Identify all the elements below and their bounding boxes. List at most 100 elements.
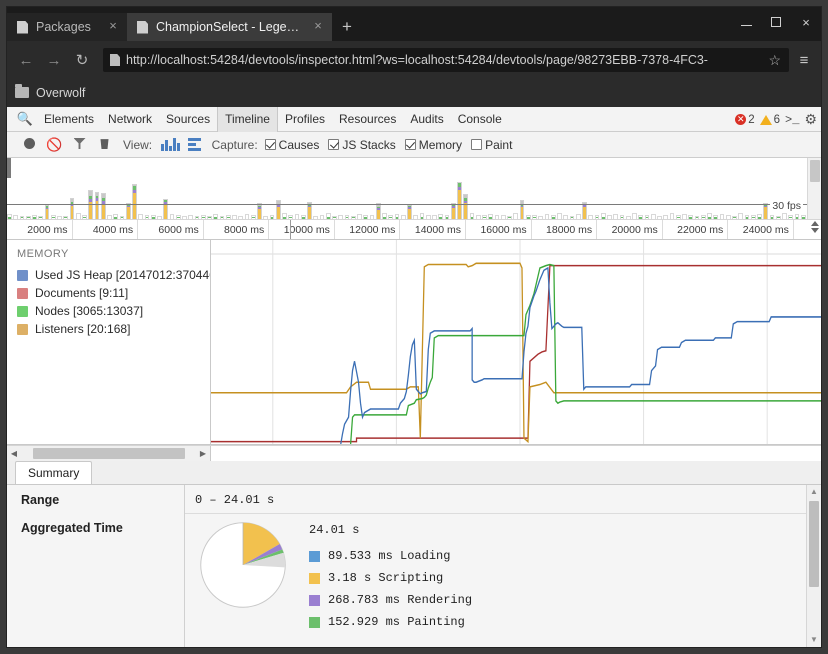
- scroll-up-arrow-icon[interactable]: ▲: [810, 485, 818, 499]
- ruler-tick: 2000 ms: [7, 220, 73, 239]
- scroll-down-arrow-icon[interactable]: ▼: [810, 633, 818, 647]
- scroll-left-arrow-icon[interactable]: ◀: [7, 449, 21, 458]
- capture-memory[interactable]: Memory: [404, 138, 462, 152]
- tab-network[interactable]: Network: [101, 107, 159, 132]
- overview-frame-bar: [594, 215, 600, 219]
- overview-frame-bar: [82, 215, 87, 219]
- legend-item-painting: 152.929 ms Painting: [309, 611, 472, 633]
- memory-series-documents[interactable]: Documents [9:11]: [17, 284, 210, 302]
- tab-summary[interactable]: Summary: [15, 461, 93, 484]
- overview-frame-bar: [463, 194, 469, 219]
- tab-timeline[interactable]: Timeline: [217, 106, 278, 132]
- tab-audits[interactable]: Audits: [403, 107, 450, 132]
- flame-chart-icon[interactable]: [187, 138, 201, 151]
- overview-frame-bar: [119, 215, 125, 219]
- ruler-spinner[interactable]: [810, 221, 819, 233]
- memory-series-listeners[interactable]: Listeners [20:168]: [17, 320, 210, 338]
- overview-frame-bar: [657, 215, 662, 219]
- overview-scrollbar[interactable]: [807, 158, 821, 219]
- bookmark-item-overwolf[interactable]: Overwolf: [36, 86, 85, 100]
- ruler-tick: 4000 ms: [73, 220, 139, 239]
- memory-title: MEMORY: [17, 248, 69, 260]
- new-tab-button[interactable]: +: [332, 13, 362, 41]
- browser-tab-packages[interactable]: Packages ×: [7, 13, 127, 41]
- scroll-right-arrow-icon[interactable]: ▶: [196, 449, 210, 458]
- address-bar[interactable]: http://localhost:54284/devtools/inspecto…: [103, 48, 789, 72]
- tab-console[interactable]: Console: [451, 107, 509, 132]
- summary-row-divider: [185, 513, 821, 514]
- overview-frame-bar: [713, 214, 719, 219]
- memory-hscrollbar[interactable]: ◀ ▶: [7, 445, 821, 461]
- browser-tab-championselect[interactable]: ChampionSelect - Legend... ×: [127, 13, 332, 41]
- search-icon[interactable]: 🔍: [13, 111, 37, 127]
- fps-label: 30 fps: [770, 200, 803, 212]
- hscroll-track[interactable]: [21, 446, 196, 461]
- tab-elements[interactable]: Elements: [37, 107, 101, 132]
- tab-close-icon[interactable]: ×: [310, 19, 326, 35]
- warning-badge[interactable]: 6: [759, 114, 780, 126]
- tab-resources[interactable]: Resources: [332, 107, 403, 132]
- summary-panel: Summary Range Aggregated Time 0 – 24.01 …: [7, 461, 821, 647]
- tab-close-icon[interactable]: ×: [105, 19, 121, 35]
- overview-scroll-thumb[interactable]: [810, 160, 820, 182]
- overview-frame-bar: [132, 184, 137, 219]
- ruler-tick: 14000 ms: [400, 220, 466, 239]
- hscroll-thumb[interactable]: [33, 448, 185, 459]
- legend-color-swatch: [309, 550, 320, 562]
- overview-frame-bar: [575, 214, 581, 219]
- reload-icon[interactable]: ↻: [69, 47, 95, 73]
- overview-frame-bar: [357, 214, 362, 219]
- capture-causes[interactable]: Causes: [264, 138, 319, 152]
- pie-svg: [200, 522, 286, 608]
- overview-frame-bar: [638, 214, 644, 219]
- no-entry-icon[interactable]: 🚫: [42, 137, 67, 153]
- console-drawer-icon[interactable]: >_: [785, 113, 799, 127]
- overview-frame-bar: [444, 214, 450, 219]
- forward-icon[interactable]: →: [41, 47, 67, 73]
- overview-frame-bar: [63, 216, 69, 219]
- close-button[interactable]: ×: [791, 7, 821, 37]
- memory-series-used-js-heap[interactable]: Used JS Heap [20147012:3704462: [17, 266, 210, 284]
- trash-icon[interactable]: [92, 137, 117, 152]
- aggregated-total: 24.01 s: [309, 523, 360, 537]
- checkbox-paint[interactable]: [471, 139, 483, 150]
- vscroll-thumb[interactable]: [809, 501, 819, 587]
- browser-menu-icon[interactable]: ≡: [793, 53, 815, 68]
- overview-frame-bar: [219, 215, 225, 219]
- gear-icon[interactable]: ⚙: [804, 111, 817, 128]
- maximize-button[interactable]: [761, 7, 791, 37]
- bar-chart-icon[interactable]: [161, 138, 180, 151]
- overview-frame-bar: [613, 214, 619, 219]
- tab-profiles[interactable]: Profiles: [278, 107, 332, 132]
- memory-series-nodes[interactable]: Nodes [3065:13037]: [17, 302, 210, 320]
- page-info-icon: [110, 54, 120, 66]
- summary-vscrollbar[interactable]: ▲ ▼: [806, 485, 821, 647]
- timeline-overview[interactable]: 30 fps: [7, 158, 821, 220]
- overview-frame-bar: [507, 215, 512, 219]
- capture-js-stacks[interactable]: JS Stacks: [328, 138, 396, 152]
- funnel-icon[interactable]: [67, 137, 92, 152]
- bookmark-star-icon[interactable]: ☆: [764, 52, 785, 69]
- warning-icon: [759, 114, 772, 125]
- overview-frame-bar: [757, 214, 762, 219]
- back-icon[interactable]: ←: [13, 47, 39, 73]
- checkbox-memory[interactable]: [404, 139, 416, 150]
- minimize-button[interactable]: [731, 7, 761, 37]
- series-label: Used JS Heap [20147012:3704462: [35, 268, 211, 282]
- overview-frame-bar: [250, 215, 256, 219]
- capture-paint[interactable]: Paint: [471, 138, 512, 152]
- error-badge[interactable]: ✕ 2: [735, 114, 755, 126]
- overview-frame-bar: [550, 214, 556, 219]
- time-ruler: 24000 ms 22000 ms 20000 ms 18000 ms 16000 ms…: [7, 220, 821, 240]
- memory-graph[interactable]: [211, 240, 821, 444]
- checkbox-causes[interactable]: [264, 139, 276, 150]
- checkbox-js-stacks[interactable]: [328, 139, 340, 150]
- line-nodes: [349, 263, 821, 444]
- hscroll-track-left[interactable]: ◀ ▶: [7, 446, 211, 461]
- legend-color-swatch: [309, 616, 320, 628]
- record-icon[interactable]: [17, 137, 42, 152]
- url-text: http://localhost:54284/devtools/inspecto…: [126, 53, 708, 67]
- legend-color-swatch: [309, 594, 320, 606]
- tab-sources[interactable]: Sources: [159, 107, 217, 132]
- overview-frame-bar: [269, 214, 275, 219]
